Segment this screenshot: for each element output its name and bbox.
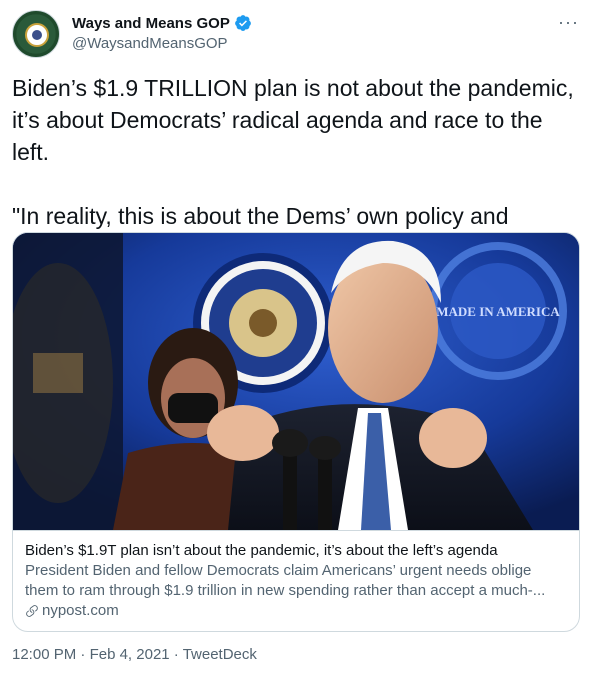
avatar[interactable] [12,10,60,58]
card-image[interactable]: MADE IN AMERICA [13,233,579,530]
card-domain[interactable]: nypost.com [25,601,567,621]
card-photo: MADE IN AMERICA [13,233,579,530]
tweet-source[interactable]: TweetDeck [183,646,257,663]
verified-badge-icon [234,15,251,31]
card-description: President Biden and fellow Democrats cla… [25,562,546,599]
more-icon[interactable]: ··· [558,12,579,33]
tweet-time[interactable]: 12:00 PM [12,646,76,663]
tweet-date[interactable]: Feb 4, 2021 [90,646,170,663]
seal-text: MADE IN AMERICA [436,304,560,319]
card-domain-text[interactable]: nypost.com [42,601,119,621]
tweet-paragraph-1: Biden’s $1.9 TRILLION plan is not about … [12,75,574,165]
handle[interactable]: @WaysandMeansGOP [72,35,252,52]
meta-separator-1: · [80,646,86,663]
display-name[interactable]: Ways and Means GOP [72,15,230,32]
tweet-header: Ways and Means GOP @WaysandMeansGOP ··· [12,8,583,60]
link-card[interactable]: MADE IN AMERICA Biden’s $1.9T plan isn’t… [12,232,580,632]
link-icon [26,605,38,617]
tweet-meta: 12:00 PM · Feb 4, 2021 · TweetDeck [12,646,257,663]
display-name-row: Ways and Means GOP [72,12,252,34]
card-title[interactable]: Biden’s $1.9T plan isn’t about the pande… [25,541,567,561]
author-names: Ways and Means GOP @WaysandMeansGOP [72,12,252,52]
meta-separator-2: · [173,646,179,663]
card-body[interactable]: Biden’s $1.9T plan isn’t about the pande… [13,530,579,621]
